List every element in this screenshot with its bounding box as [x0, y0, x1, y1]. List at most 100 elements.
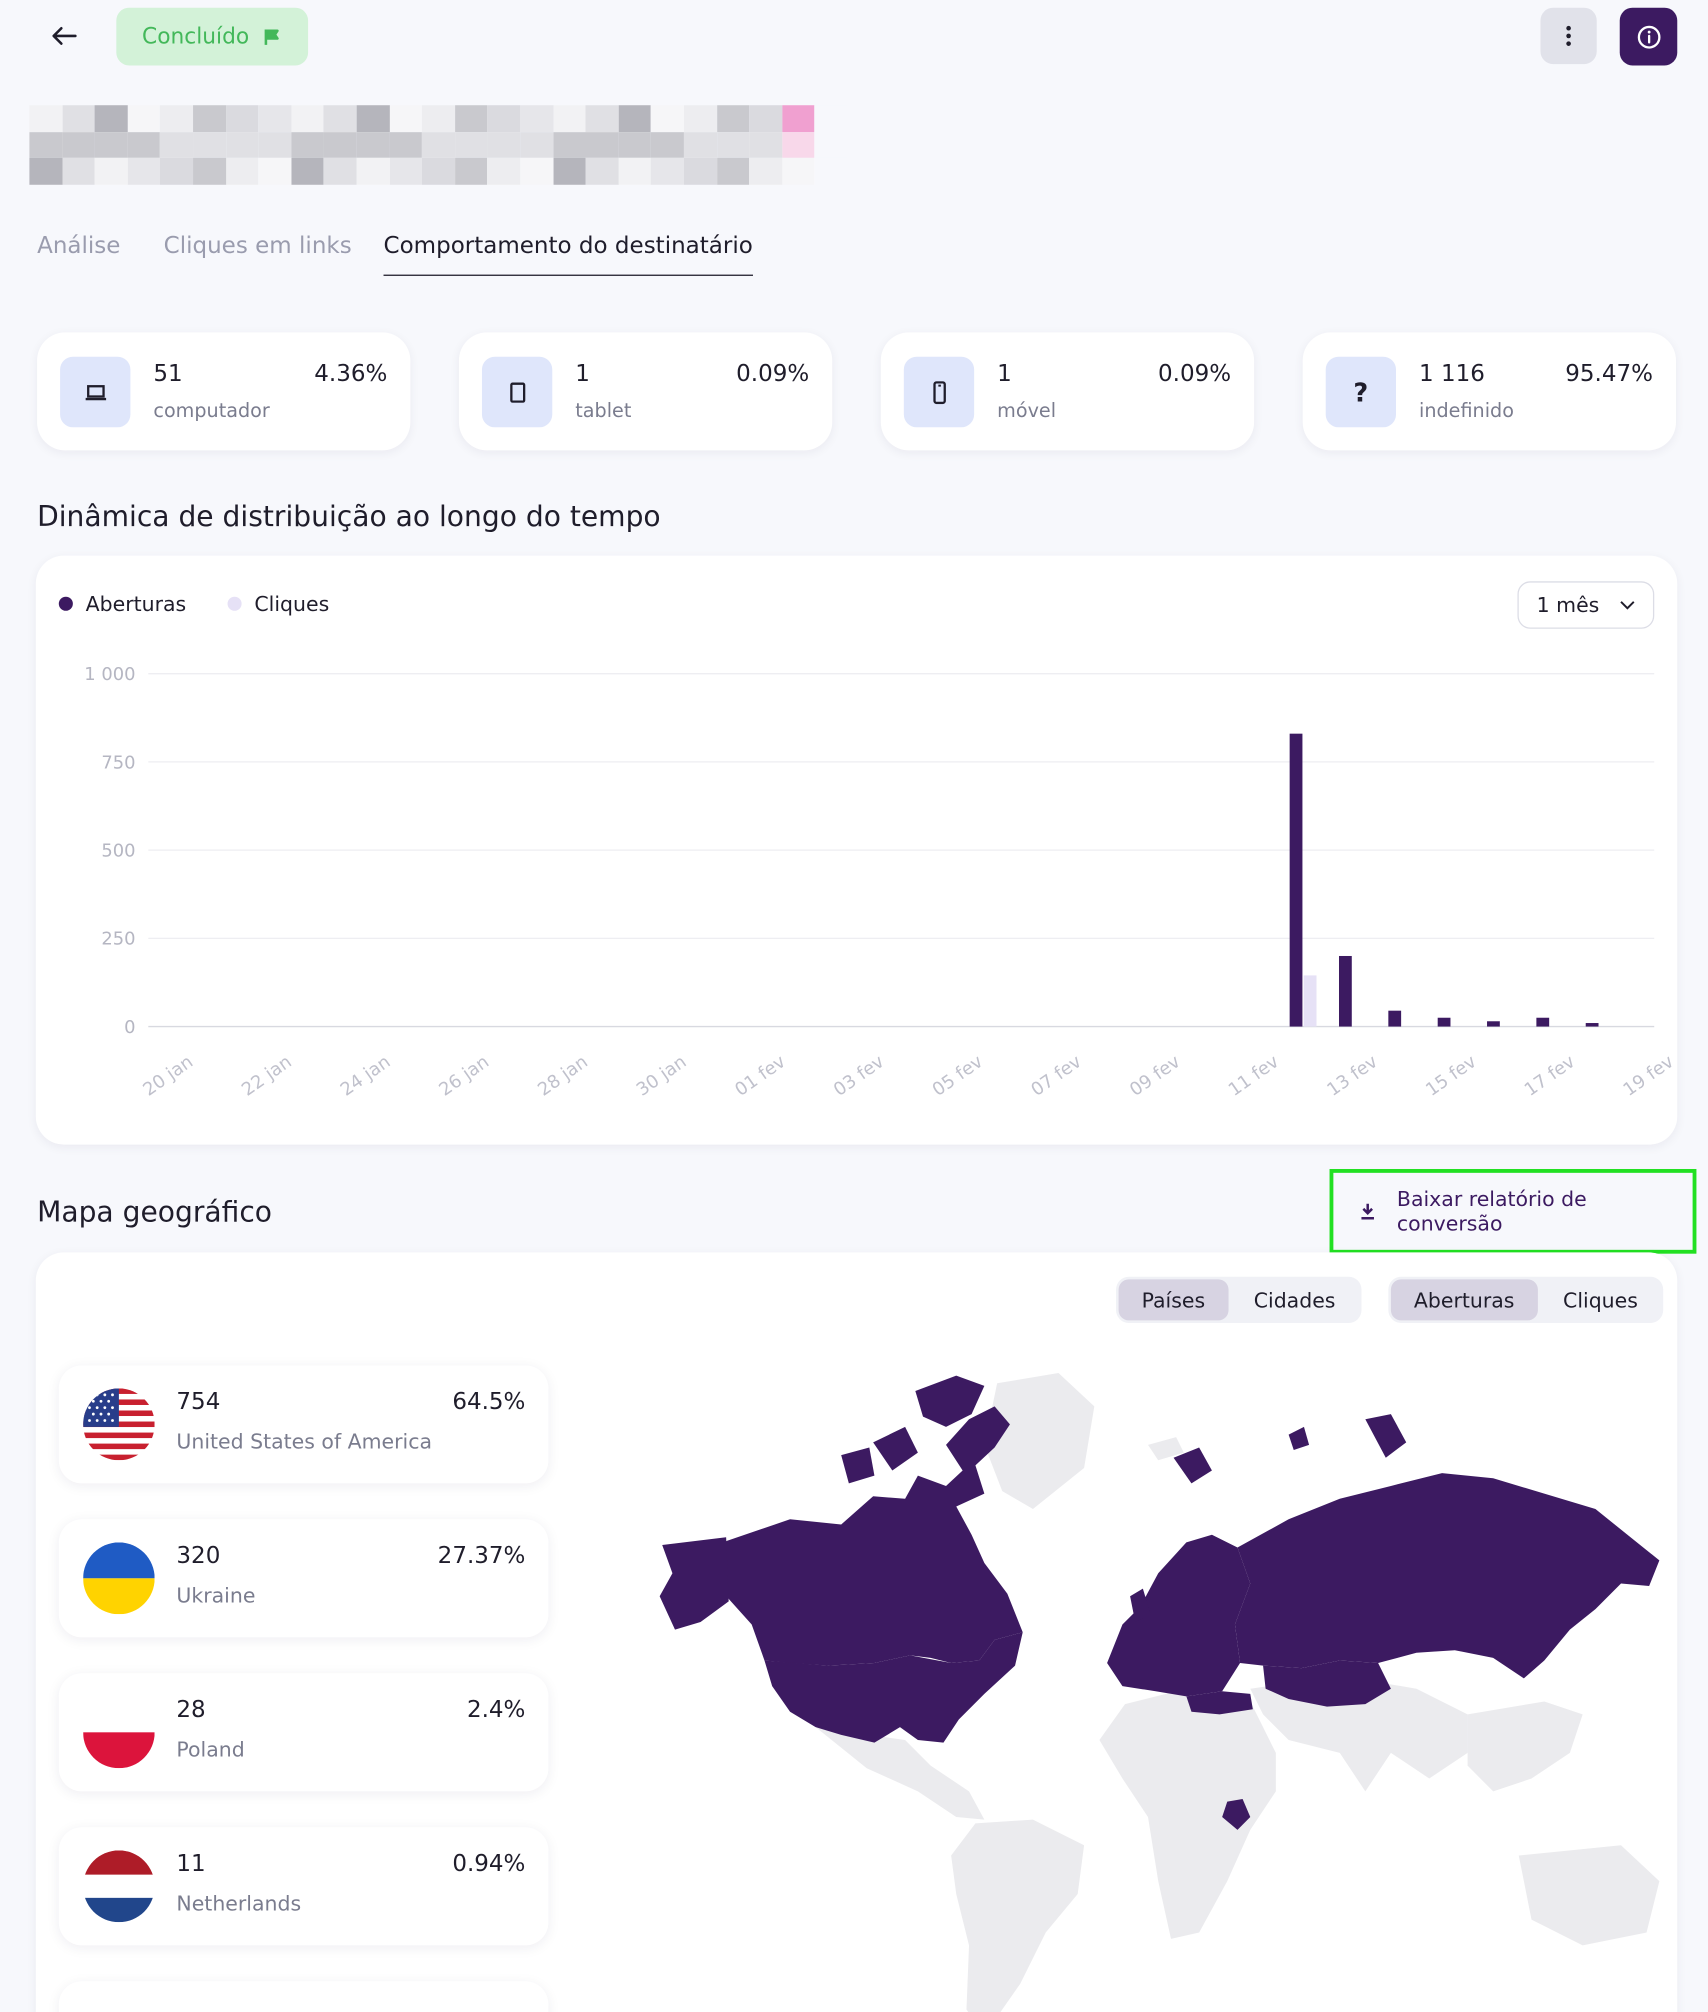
more-options-button[interactable]	[1540, 7, 1597, 65]
pixel-cell	[225, 158, 259, 185]
poland-flag-icon	[83, 1696, 155, 1769]
x-tick-label: 01 fev	[731, 1051, 789, 1101]
device-label: indefinido	[1419, 399, 1514, 423]
pixel-cell	[553, 105, 586, 132]
pixel-cell	[618, 105, 652, 132]
x-tick-label: 20 jan	[139, 1051, 197, 1100]
pixel-cell	[782, 158, 815, 185]
tab-analise[interactable]: Análise	[37, 232, 120, 276]
download-conversion-report-button[interactable]: Baixar relatório de conversão	[1329, 1168, 1697, 1254]
pixel-cell	[258, 105, 292, 132]
pixel-cell	[356, 105, 390, 132]
device-percent: 95.47%	[1565, 360, 1653, 388]
pixel-cell	[94, 131, 128, 159]
pixel-cell	[94, 158, 128, 185]
device-count: 51	[153, 360, 183, 388]
x-tick-label: 19 fev	[1619, 1051, 1677, 1101]
device-icon-box	[60, 356, 131, 428]
y-tick-label: 750	[101, 752, 135, 773]
pixel-cell	[291, 105, 324, 132]
pixel-cell	[585, 131, 619, 159]
country-percent: 64.5%	[452, 1388, 526, 1416]
device-count: 1 116	[1419, 360, 1485, 388]
country-count: 754	[176, 1388, 221, 1416]
x-tick-label: 26 jan	[435, 1051, 493, 1100]
pixel-cell	[193, 131, 226, 159]
laptop-icon	[85, 384, 106, 400]
bar-cliques[interactable]	[1303, 975, 1317, 1027]
device-icon-box	[903, 356, 975, 428]
pixel-cell	[389, 158, 423, 185]
country-row: 28 Poland 2.4%	[58, 1673, 549, 1792]
pixel-cell	[323, 105, 357, 132]
pixel-cell	[520, 131, 554, 159]
country-name: United States of America	[176, 1429, 433, 1454]
x-tick-label: 03 fev	[830, 1051, 888, 1101]
pixel-cell	[291, 131, 324, 159]
device-percent: 0.09%	[1157, 360, 1232, 388]
x-tick-label: 09 fev	[1126, 1051, 1184, 1101]
toggle-cidades[interactable]: Cidades	[1231, 1279, 1359, 1320]
device-label: móvel	[997, 399, 1057, 423]
tab-comportamento-destinatario[interactable]: Comportamento do destinatário	[383, 232, 753, 276]
tab-cliques-em-links[interactable]: Cliques em links	[164, 232, 352, 276]
toggle-cliques[interactable]: Cliques	[1540, 1279, 1661, 1320]
pixel-cell	[585, 158, 619, 185]
pixel-cell	[127, 158, 161, 185]
pixel-cell	[651, 158, 684, 185]
device-icon-box	[481, 356, 553, 428]
bar-aberturas[interactable]	[1487, 1021, 1500, 1027]
status-label: Concluído	[142, 23, 250, 50]
device-stat-card: 1 tablet 0.09%	[458, 332, 833, 451]
device-percent: 4.36%	[314, 360, 388, 388]
device-label: computador	[153, 399, 270, 423]
country-percent: 2.4%	[466, 1696, 526, 1724]
device-count: 1	[575, 360, 590, 388]
bar-aberturas[interactable]	[1388, 1010, 1402, 1027]
pixel-cell	[782, 105, 815, 132]
country-count: 11	[176, 1850, 206, 1878]
pixel-cell	[258, 158, 292, 185]
bar-aberturas[interactable]	[1338, 955, 1352, 1027]
country-name: Netherlands	[176, 1891, 302, 1916]
pixel-cell	[356, 131, 390, 159]
pixel-cell	[454, 105, 488, 132]
toggle-aberturas[interactable]: Aberturas	[1390, 1279, 1538, 1321]
blurred-campaign-title	[29, 105, 848, 185]
info-icon	[1637, 25, 1660, 48]
pixel-cell	[553, 131, 586, 159]
bar-aberturas[interactable]	[1536, 1017, 1550, 1027]
bar-aberturas[interactable]	[1437, 1017, 1451, 1027]
bar-aberturas[interactable]	[1289, 733, 1303, 1027]
device-stat-card: 1 móvel 0.09%	[880, 332, 1255, 451]
x-tick-label: 11 fev	[1225, 1051, 1283, 1101]
pixel-cell	[127, 105, 161, 132]
info-button[interactable]	[1619, 7, 1678, 66]
geo-title: Mapa geográfico	[37, 1197, 273, 1230]
toggle-paises[interactable]: Países	[1118, 1279, 1229, 1321]
country-row	[58, 1981, 549, 2012]
arrow-left-icon	[52, 26, 77, 45]
pixel-cell	[487, 131, 521, 159]
pixel-cell	[62, 105, 95, 132]
pixel-cell	[323, 158, 357, 185]
pixel-cell	[782, 131, 815, 159]
netherlands-flag-icon	[83, 1850, 155, 1923]
download-label: Baixar relatório de conversão	[1396, 1186, 1587, 1236]
pixel-cell	[193, 105, 226, 132]
pixel-cell	[716, 131, 750, 159]
usa-flag-icon	[83, 1388, 155, 1461]
distribution-chart-card: Aberturas Cliques 1 mês 0 250 500 750 1 000 2…	[35, 555, 1678, 1145]
pixel-cell	[454, 158, 488, 185]
pixel-cell	[651, 131, 684, 159]
bar-aberturas[interactable]	[1585, 1023, 1599, 1027]
back-button[interactable]	[36, 8, 92, 64]
pixel-cell	[683, 105, 717, 132]
device-percent: 0.09%	[736, 360, 810, 388]
pixel-cell	[160, 131, 194, 159]
country-name: Poland	[176, 1737, 245, 1762]
pixel-cell	[62, 158, 95, 185]
pixel-cell	[160, 158, 194, 185]
device-stat-card: ? 1 116 indefinido 95.47%	[1302, 332, 1676, 451]
country-row: 11 Netherlands 0.94%	[58, 1827, 549, 1946]
